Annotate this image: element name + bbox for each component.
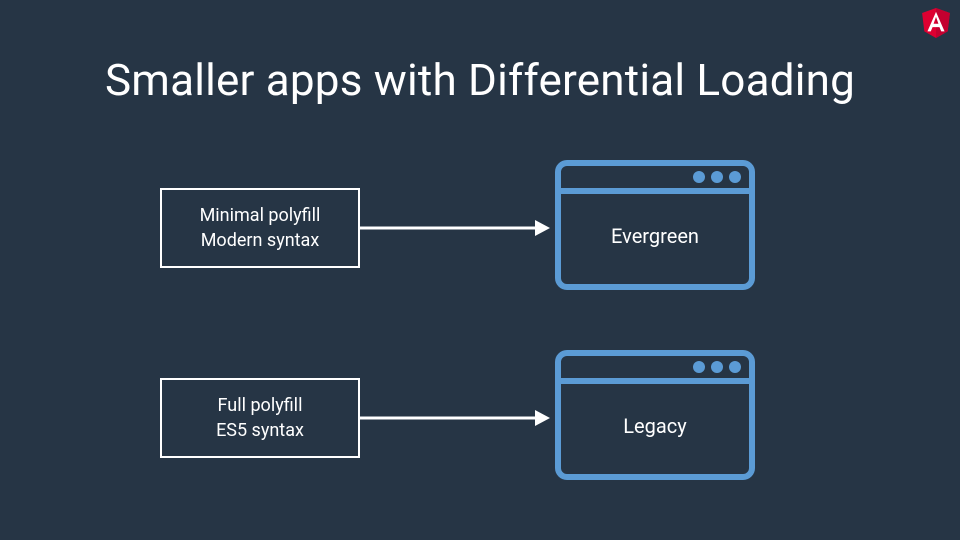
angular-logo-icon bbox=[922, 8, 950, 38]
browser-dot-icon bbox=[711, 171, 723, 183]
input-line: Minimal polyfill bbox=[200, 203, 321, 228]
browser-dot-icon bbox=[711, 361, 723, 373]
angular-logo bbox=[922, 8, 950, 42]
browser-dot-icon bbox=[729, 361, 741, 373]
arrow-icon bbox=[360, 408, 550, 428]
browser-label: Legacy bbox=[623, 414, 686, 438]
arrow-icon bbox=[360, 218, 550, 238]
browser-header bbox=[561, 356, 749, 384]
input-line: Modern syntax bbox=[201, 228, 320, 253]
browser-dot-icon bbox=[693, 171, 705, 183]
browser-dot-icon bbox=[693, 361, 705, 373]
input-box-modern: Minimal polyfill Modern syntax bbox=[160, 188, 360, 268]
diagram-container: Minimal polyfill Modern syntax Evergreen… bbox=[0, 160, 960, 540]
row-evergreen: Minimal polyfill Modern syntax Evergreen bbox=[0, 160, 960, 300]
row-legacy: Full polyfill ES5 syntax Legacy bbox=[0, 350, 960, 490]
browser-header bbox=[561, 166, 749, 194]
input-box-legacy: Full polyfill ES5 syntax bbox=[160, 378, 360, 458]
browser-body: Evergreen bbox=[561, 194, 749, 278]
browser-label: Evergreen bbox=[611, 224, 699, 248]
input-line: ES5 syntax bbox=[216, 418, 304, 443]
browser-legacy: Legacy bbox=[555, 350, 755, 480]
browser-body: Legacy bbox=[561, 384, 749, 468]
slide-title: Smaller apps with Differential Loading bbox=[0, 54, 960, 106]
input-line: Full polyfill bbox=[218, 393, 303, 418]
browser-dot-icon bbox=[729, 171, 741, 183]
browser-evergreen: Evergreen bbox=[555, 160, 755, 290]
